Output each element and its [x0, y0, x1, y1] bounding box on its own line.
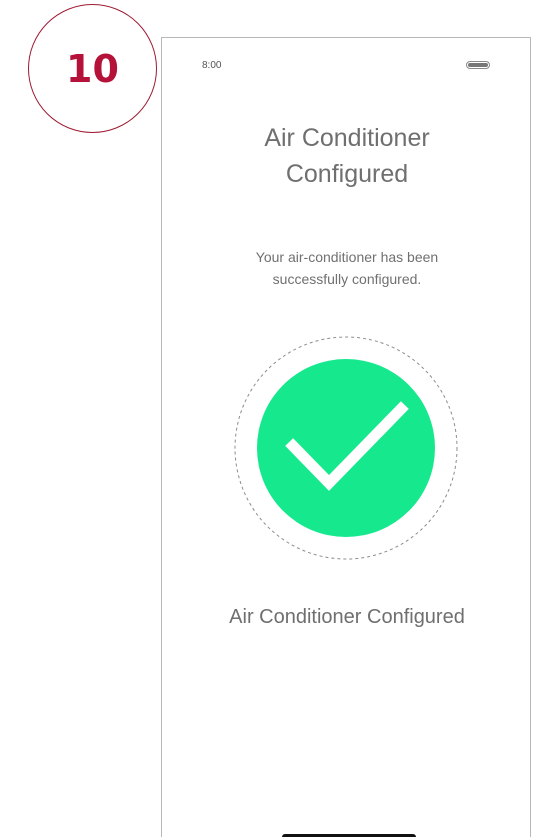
step-number: 10: [66, 46, 119, 91]
success-message: Your air-conditioner has been successful…: [162, 246, 532, 290]
success-graphic: [231, 333, 461, 563]
phone-screen: 8:00 Air Conditioner Configured Your air…: [161, 37, 531, 837]
success-message-line-1: Your air-conditioner has been: [255, 249, 439, 265]
status-label: Air Conditioner Configured: [229, 606, 465, 628]
page-title-line-2: Configured: [285, 160, 409, 188]
page-title: Air Conditioner Configured: [162, 120, 532, 192]
battery-icon: [466, 61, 490, 69]
success-message-line-2: successfully configured.: [272, 271, 422, 287]
success-graphic-svg: [234, 336, 458, 560]
success-circle: [257, 359, 435, 537]
status-time: 8:00: [202, 60, 222, 71]
page-title-line-1: Air Conditioner: [264, 124, 430, 152]
step-badge: 10: [28, 4, 157, 133]
battery-fill: [468, 63, 488, 67]
canvas: 10 8:00 Air Conditioner Configured Your …: [0, 0, 534, 837]
